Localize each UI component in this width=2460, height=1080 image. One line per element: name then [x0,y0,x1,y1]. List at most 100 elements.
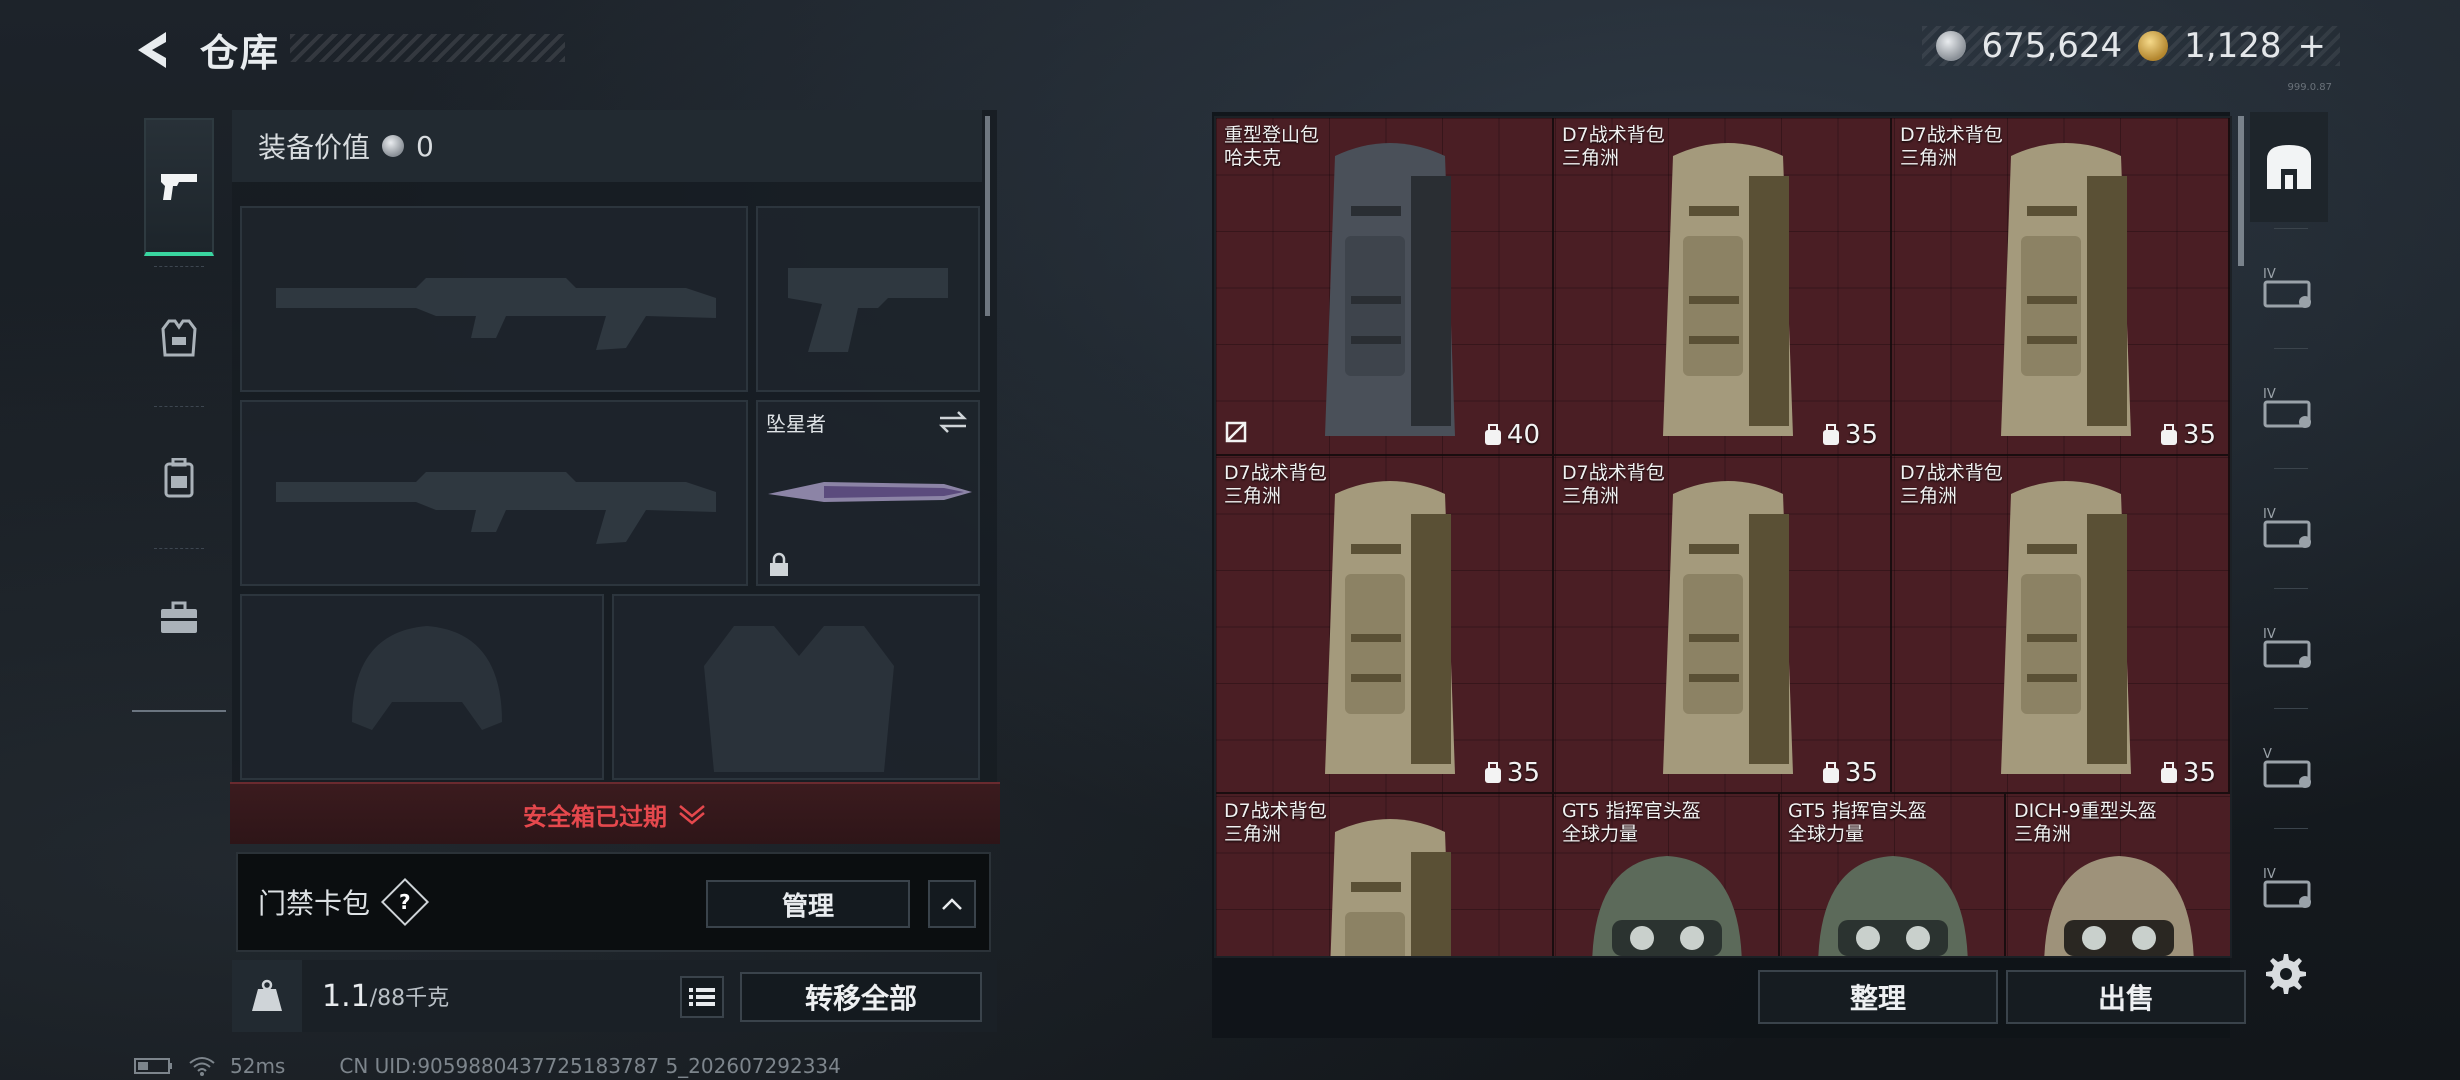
rail-divider [154,406,204,407]
storage-item-backpack[interactable]: D7战术背包 三角洲 35 [1892,456,2230,794]
capacity-value: 35 [1844,420,1878,450]
backpack-capacity-icon [2160,762,2177,783]
svg-text:IV: IV [2263,867,2276,882]
backpack-icon [2001,143,2131,436]
storage-item-helmet[interactable]: GT5 指挥官头盔 全球力量 [1780,794,2006,956]
sell-button[interactable]: 出售 [2006,970,2246,1024]
rail-item-backpack[interactable] [144,438,214,518]
item-faction: 全球力量 [1562,823,1639,845]
storage-item-backpack[interactable]: D7战术背包 三角洲 35 [1554,456,1892,794]
filter-level-v-card[interactable]: V [2250,712,2328,822]
gold-coin-icon [2138,31,2169,61]
capacity-value: 35 [2182,758,2216,788]
weight-icon-box [232,960,302,1032]
capacity-badge: 35 [2159,758,2216,788]
vest-icon [161,319,197,357]
rail-item-armor[interactable] [144,298,214,378]
helmet-silhouette-icon [352,626,502,730]
melee-slot[interactable]: 坠星者 [756,400,980,586]
filter-divider [2274,468,2308,469]
item-faction: 三角洲 [1900,485,1958,507]
item-title: D7战术背包 [1224,800,1327,822]
rail-item-toolbox[interactable] [144,578,214,658]
manage-button[interactable]: 管理 [706,880,910,928]
keycard-case-bar: 门禁卡包 ? 管理 [236,852,991,952]
storage-item-name: 重型登山包 哈夫克 [1224,124,1319,170]
capacity-value: 40 [1506,420,1540,450]
filter-divider [2274,228,2308,229]
storage-grid[interactable]: 重型登山包 哈夫克 40 D7战术背包 三角洲 35 D7战术背包 三角洲 35 D7战术背包 三角… [1214,116,2232,958]
currency-bar: 675,624 1,128 + [1921,26,2340,66]
all-items-icon [2267,145,2311,189]
svg-text:V: V [2263,747,2272,762]
storage-item-name: D7战术背包 三角洲 [1224,800,1327,846]
filter-level-iv-card-c[interactable]: IV [2250,592,2328,702]
storage-item-helmet[interactable]: GT5 指挥官头盔 全球力量 [1554,794,1780,956]
chevron-down-icon [679,805,705,825]
item-faction: 三角洲 [2014,823,2072,845]
gold-coin-add[interactable]: + [2298,26,2327,66]
item-faction: 三角洲 [1900,147,1958,169]
helmet-slot[interactable] [240,594,604,780]
expand-button[interactable] [928,880,976,928]
help-icon[interactable]: ? [380,877,430,927]
equipment-value-label: 装备价值 [258,131,371,164]
sidearm-slot[interactable] [756,206,980,392]
primary-weapon-slot[interactable] [240,206,748,392]
storage-item-name: DICH-9重型头盔 三角洲 [2014,800,2157,846]
storage-item-backpack[interactable]: D7战术背包 三角洲 35 [1216,456,1554,794]
rifle-silhouette-icon [276,278,716,350]
filter-level-iv-card[interactable]: IV [2250,352,2328,462]
equipment-panel: 装备价值 0 坠星者 [232,110,997,785]
equipment-value-header: 装备价值 0 [232,110,982,182]
item-title: D7战术背包 [1224,462,1327,484]
rail-divider [154,266,204,267]
storage-item-name: D7战术背包 三角洲 [1900,124,2003,170]
rail-item-weapons[interactable] [144,118,214,256]
item-faction: 三角洲 [1224,823,1282,845]
weight-max: /88千克 [369,986,450,1011]
storage-item-backpack[interactable]: D7战术背包 三角洲 35 [1892,118,2230,456]
item-title: D7战术背包 [1562,124,1665,146]
svg-text:IV: IV [2263,267,2276,282]
item-faction: 全球力量 [1788,823,1865,845]
item-title: D7战术背包 [1900,124,2003,146]
level-iv-card-icon: IV [2263,387,2311,428]
help-icon-text: ? [399,889,411,914]
sort-button[interactable]: 整理 [1758,970,1998,1024]
item-title: GT5 指挥官头盔 [1562,800,1701,822]
svg-text:IV: IV [2263,627,2276,642]
secondary-weapon-slot[interactable] [240,400,748,586]
level-v-card-icon: V [2263,747,2311,788]
vest-silhouette-icon [704,626,894,772]
filter-level-iv-card-b[interactable]: IV [2250,472,2328,582]
item-title: D7战术背包 [1562,462,1665,484]
storage-item-name: D7战术背包 三角洲 [1900,462,2003,508]
swap-icon[interactable] [938,410,968,434]
storage-item-helmet[interactable]: DICH-9重型头盔 三角洲 [2006,794,2230,956]
filter-level-iv-folder[interactable]: IV [2250,232,2328,342]
safe-box-status-bar[interactable]: 安全箱已过期 [230,782,1000,844]
melee-item-name: 坠星者 [766,412,826,436]
svg-text:IV: IV [2263,387,2276,402]
storage-scrollbar[interactable] [2238,116,2244,266]
back-arrow-icon[interactable] [130,28,174,72]
capacity-value: 35 [1844,758,1878,788]
equipment-scrollbar[interactable] [985,116,990,316]
gold-coin-value[interactable]: 1,128 [2184,26,2281,66]
armor-slot[interactable] [612,594,980,780]
storage-item-name: D7战术背包 三角洲 [1224,462,1327,508]
filter-divider [2274,348,2308,349]
storage-item-backpack[interactable]: D7战术背包 三角洲 35 [1554,118,1892,456]
keycard-case-label: 门禁卡包 [258,887,371,920]
filter-level-iv-card-d[interactable]: IV [2250,832,2328,942]
gear-icon[interactable] [2264,952,2308,996]
storage-item-backpack[interactable]: 重型登山包 哈夫克 40 [1216,118,1554,456]
storage-item-backpack[interactable]: D7战术背包 三角洲 [1216,794,1554,956]
transfer-all-button[interactable]: 转移全部 [740,972,982,1022]
filter-all-items[interactable] [2250,112,2328,222]
list-view-button[interactable] [680,976,724,1018]
item-faction: 哈夫克 [1224,147,1282,169]
toolbox-icon [161,601,197,633]
silver-coin-icon [1935,31,1966,61]
